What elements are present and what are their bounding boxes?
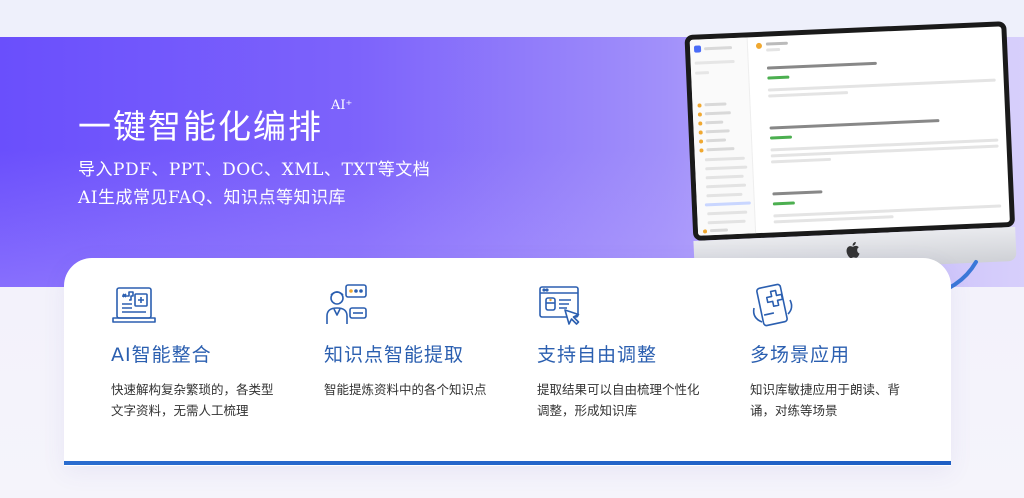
monitor-bezel <box>684 21 1016 241</box>
doctor-chat-icon <box>326 284 367 324</box>
feature-free-adjust: 支持自由调整 提取结果可以自由梳理个性化调整，形成知识库 <box>537 282 737 421</box>
app-logo-icon <box>693 45 702 53</box>
screen-sidebar <box>689 37 757 236</box>
feature-knowledge-extraction: 知识点智能提取 智能提炼资料中的各个知识点 <box>324 282 524 400</box>
hero-title: 一键智能化编排 <box>78 107 323 146</box>
apple-logo-icon <box>846 241 860 259</box>
feature-title: 知识点智能提取 <box>324 344 465 366</box>
hero-title-superscript: AI⁺ <box>331 98 353 113</box>
feature-title: 支持自由调整 <box>537 344 658 366</box>
feature-description: 智能提炼资料中的各个知识点 <box>324 382 487 397</box>
monitor-screen <box>689 26 1010 236</box>
hero-subtitle-line-2: AI生成常见FAQ、知识点等知识库 <box>78 188 347 208</box>
feature-title: 多场景应用 <box>750 344 851 366</box>
feature-description: 快速解构复杂繁琐的，各类型文字资料，无需人工梳理 <box>111 382 274 418</box>
feature-description: 提取结果可以自由梳理个性化调整，形成知识库 <box>537 382 700 418</box>
feature-multi-scenario: 多场景应用 知识库敏捷应用于朗读、背诵，对练等场景 <box>750 282 950 421</box>
monitor-illustration <box>684 21 1017 297</box>
feature-title: AI智能整合 <box>111 344 212 366</box>
feature-ai-integration: AI智能整合 快速解构复杂繁琐的，各类型文字资料，无需人工梳理 <box>111 282 311 421</box>
feature-description: 知识库敏捷应用于朗读、背诵，对练等场景 <box>750 382 901 418</box>
hero-subtitle-line-1: 导入PDF、PPT、DOC、XML、TXT等文档 <box>78 160 431 180</box>
browser-pill-cursor-icon <box>539 286 580 325</box>
medical-document-icon <box>112 287 156 323</box>
card-bottom-accent <box>64 461 951 465</box>
phone-medical-icon <box>752 283 793 327</box>
